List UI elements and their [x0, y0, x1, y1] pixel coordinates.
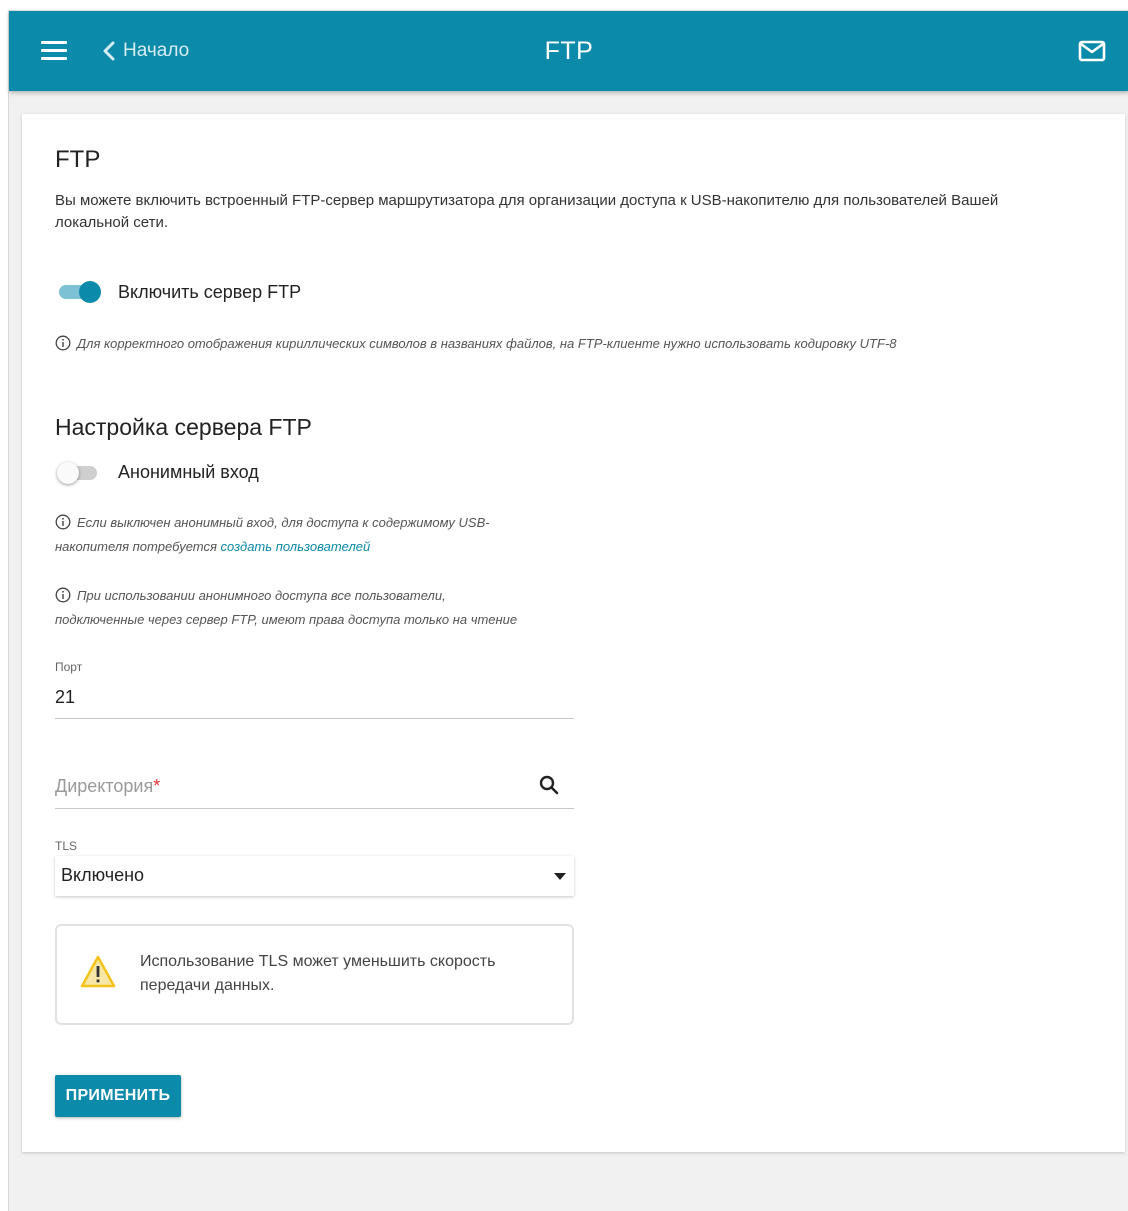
users-note-line2: накопителя потребуется	[55, 539, 221, 554]
section-title-ftp: FTP	[55, 146, 101, 173]
port-input[interactable]: 21	[55, 687, 75, 708]
port-label: Порт	[55, 660, 83, 674]
directory-input[interactable]: Директория*	[55, 776, 160, 797]
users-note-line1: Если выключен анонимный вход, для доступ…	[77, 515, 490, 530]
enable-ftp-label: Включить сервер FTP	[118, 282, 302, 302]
port-underline	[55, 718, 574, 719]
tls-select-value: Включено	[61, 865, 145, 885]
info-icon	[55, 587, 71, 603]
create-users-link[interactable]: создать пользователей	[221, 539, 371, 554]
info-icon	[55, 514, 71, 530]
users-note: Если выключен анонимный вход, для доступ…	[55, 511, 575, 559]
page-title: FTP	[544, 37, 594, 65]
info-icon	[55, 335, 71, 351]
top-bar: Начало FTP	[9, 11, 1128, 91]
tls-select[interactable]: Включено	[55, 856, 574, 896]
directory-underline	[55, 808, 574, 809]
anonymous-note: При использовании анонимного доступа все…	[55, 584, 575, 632]
encoding-note-text: Для корректного отображения кириллически…	[77, 336, 897, 351]
warning-icon	[80, 955, 116, 988]
required-mark: *	[153, 776, 161, 796]
encoding-note: Для корректного отображения кириллически…	[55, 332, 1095, 356]
caret-down-icon	[554, 873, 566, 880]
anonymous-note-line1: При использовании анонимного доступа все…	[77, 588, 446, 603]
mail-icon[interactable]	[1078, 40, 1106, 62]
tls-label: TLS	[55, 839, 78, 853]
anonymous-note-line2: подключенные через сервер FTP, имеют пра…	[55, 612, 518, 627]
anonymous-login-label: Анонимный вход	[118, 462, 259, 482]
tls-warning-text: Использование TLS может уменьшить скорос…	[140, 953, 496, 994]
section-title-server-settings: Настройка сервера FTP	[55, 414, 312, 440]
tls-warning-box: Использование TLS может уменьшить скорос…	[55, 924, 574, 1025]
directory-placeholder: Директория	[55, 776, 154, 796]
app-frame: Начало FTP FTP Вы можете включить встрое…	[8, 10, 1128, 1211]
search-icon[interactable]	[538, 774, 560, 796]
ftp-settings-card: FTP Вы можете включить встроенный FTP-се…	[22, 114, 1125, 1152]
apply-button[interactable]: ПРИМЕНИТЬ	[55, 1075, 181, 1117]
enable-ftp-toggle[interactable]	[57, 281, 101, 303]
anonymous-login-toggle[interactable]	[57, 462, 101, 484]
ftp-description: Вы можете включить встроенный FTP-сервер…	[55, 192, 999, 231]
